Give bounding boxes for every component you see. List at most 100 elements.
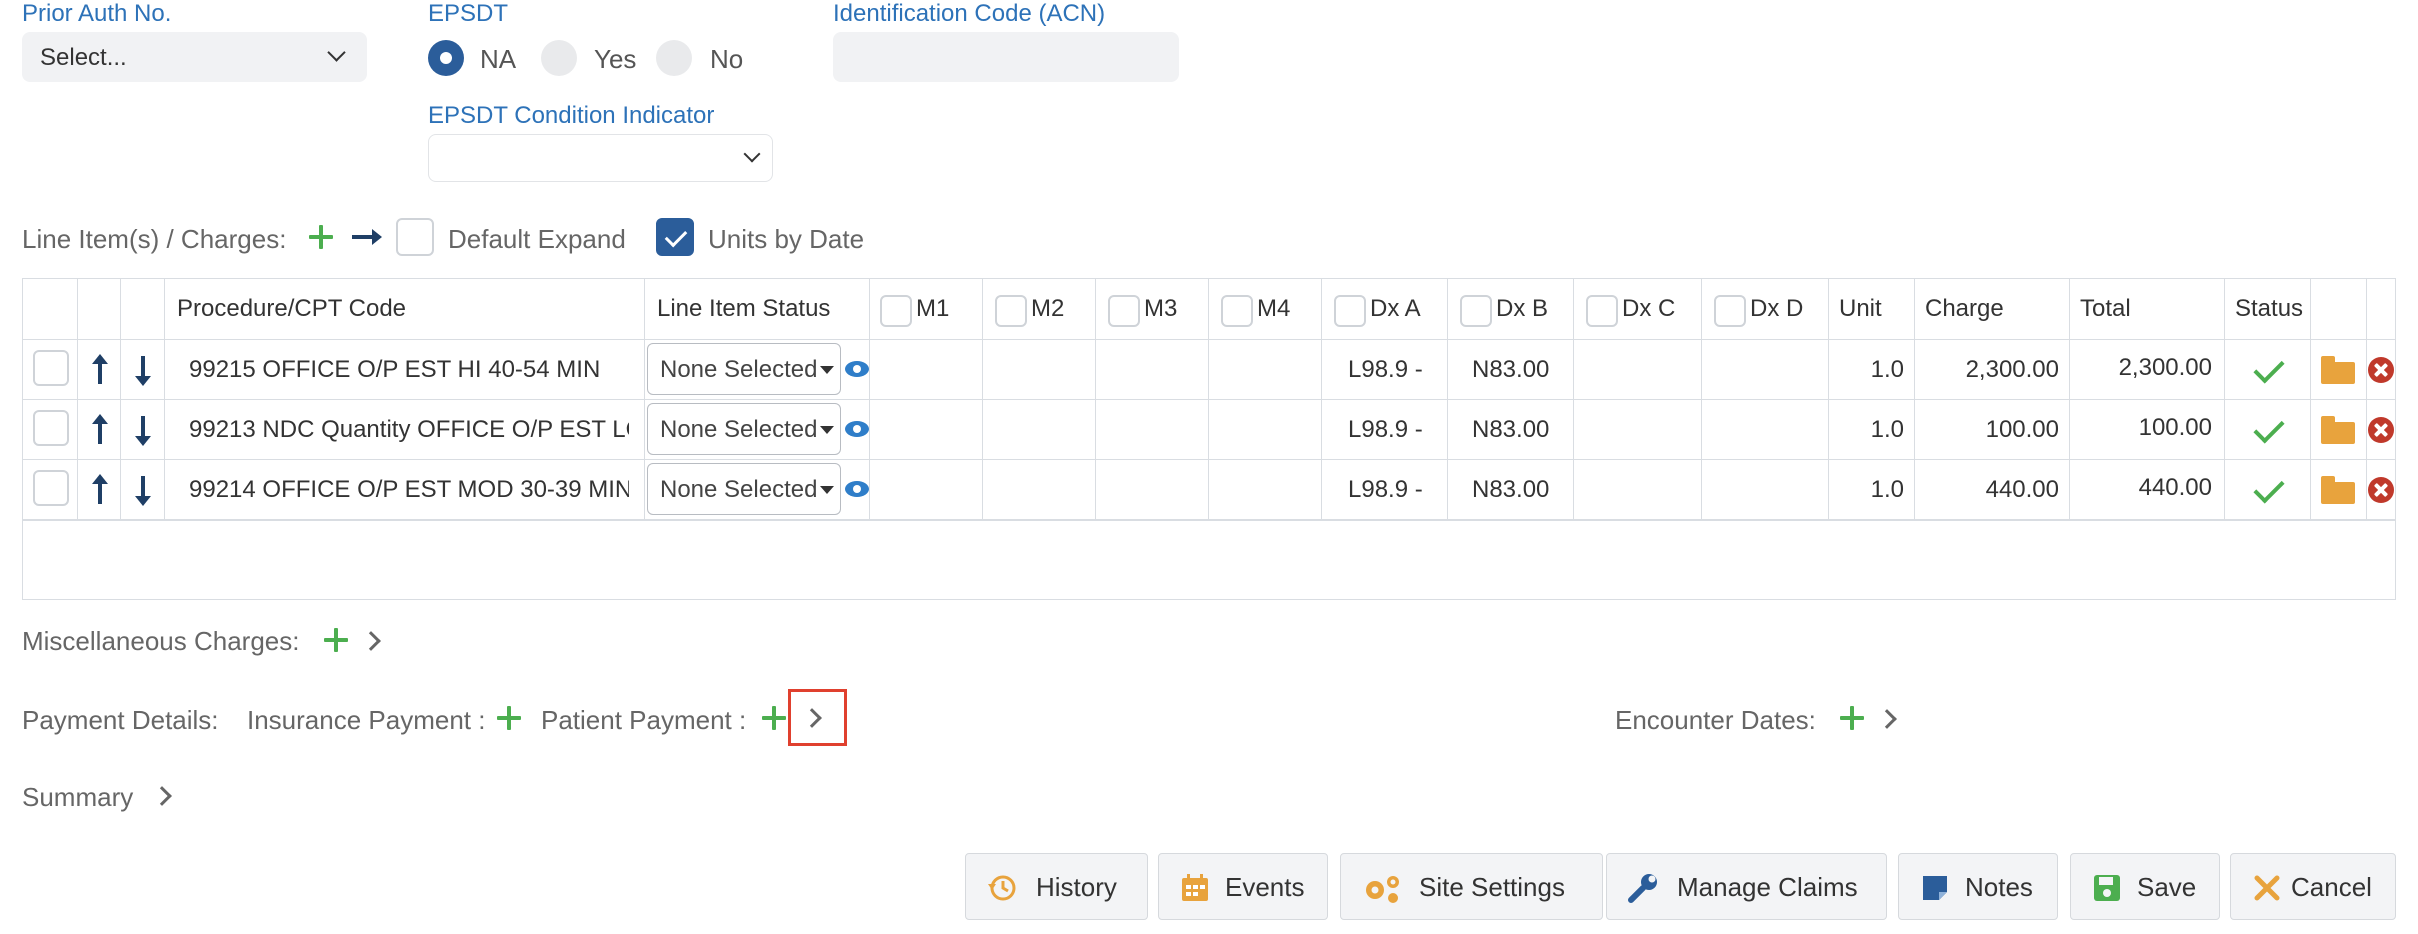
dx-a-checkbox[interactable]: [1334, 295, 1366, 327]
default-expand-checkbox[interactable]: [396, 218, 434, 256]
dx-d-checkbox[interactable]: [1714, 295, 1746, 327]
patient-payment-expand-button[interactable]: [788, 689, 847, 746]
save-button[interactable]: Save: [2070, 853, 2220, 920]
m2-checkbox[interactable]: [995, 295, 1027, 327]
folder-icon[interactable]: [2321, 476, 2355, 504]
dx-d-cell[interactable]: [1702, 340, 1829, 399]
unit-cell[interactable]: 1.0: [1829, 340, 1915, 399]
dx-d-cell[interactable]: [1702, 400, 1829, 459]
move-down-icon[interactable]: [135, 416, 151, 446]
arrow-right-icon[interactable]: [352, 229, 382, 245]
folder-icon[interactable]: [2321, 416, 2355, 444]
move-up-icon[interactable]: [92, 414, 108, 444]
m1-cell[interactable]: [870, 460, 983, 519]
add-encounter-date-icon[interactable]: [1840, 706, 1864, 730]
chevron-right-icon[interactable]: [361, 631, 381, 651]
charge-cell[interactable]: 2,300.00: [1915, 340, 2070, 399]
m3-cell[interactable]: [1096, 460, 1209, 519]
header-charge: Charge: [1915, 279, 2070, 339]
move-down-icon[interactable]: [135, 356, 151, 386]
row-checkbox[interactable]: [33, 350, 69, 386]
insurance-payment-label: Insurance Payment :: [247, 705, 486, 735]
notes-button[interactable]: Notes: [1898, 853, 2058, 920]
epsdt-option-yes: Yes: [594, 44, 637, 74]
m3-cell[interactable]: [1096, 340, 1209, 399]
acn-input[interactable]: [833, 32, 1179, 82]
manage-claims-button[interactable]: Manage Claims: [1606, 853, 1887, 920]
line-items-table: Procedure/CPT Code Line Item Status M1 M…: [22, 278, 2396, 600]
chevron-right-icon[interactable]: [152, 786, 172, 806]
move-up-icon[interactable]: [92, 474, 108, 504]
dx-c-cell[interactable]: [1574, 340, 1702, 399]
unit-cell[interactable]: 1.0: [1829, 400, 1915, 459]
dx-b-cell[interactable]: N83.00: [1448, 340, 1574, 399]
unit-cell[interactable]: 1.0: [1829, 460, 1915, 519]
dx-a-cell[interactable]: L98.9 -: [1322, 400, 1448, 459]
epsdt-radio-no[interactable]: [656, 40, 692, 76]
default-expand-label: Default Expand: [448, 224, 626, 254]
m1-checkbox[interactable]: [880, 295, 912, 327]
site-settings-button[interactable]: Site Settings: [1340, 853, 1603, 920]
procedure-cell[interactable]: 99213 NDC Quantity OFFICE O/P EST LOW 20…: [165, 400, 645, 459]
m4-checkbox[interactable]: [1221, 295, 1253, 327]
charge-cell[interactable]: 100.00: [1915, 400, 2070, 459]
prior-auth-label: Prior Auth No.: [22, 0, 172, 27]
events-button[interactable]: Events: [1158, 853, 1328, 920]
misc-charges-label: Miscellaneous Charges:: [22, 626, 300, 656]
history-button[interactable]: History: [965, 853, 1148, 920]
m4-cell[interactable]: [1209, 400, 1322, 459]
m2-cell[interactable]: [983, 400, 1096, 459]
eye-icon[interactable]: [845, 481, 869, 497]
dx-b-cell[interactable]: N83.00: [1448, 460, 1574, 519]
header-status: Status: [2225, 279, 2311, 339]
dx-a-cell[interactable]: L98.9 -: [1322, 460, 1448, 519]
epsdt-radio-na[interactable]: [428, 40, 464, 76]
add-insurance-payment-icon[interactable]: [497, 706, 521, 730]
m3-cell[interactable]: [1096, 400, 1209, 459]
procedure-cell[interactable]: 99215 OFFICE O/P EST HI 40-54 MIN: [165, 340, 645, 399]
dx-b-cell[interactable]: N83.00: [1448, 400, 1574, 459]
dx-d-cell[interactable]: [1702, 460, 1829, 519]
units-by-date-checkbox[interactable]: [656, 218, 694, 256]
delete-icon[interactable]: [2368, 357, 2394, 383]
header-delete-col: [2367, 279, 2395, 339]
m1-cell[interactable]: [870, 400, 983, 459]
line-item-status-select[interactable]: None Selected: [647, 343, 841, 395]
line-item-status-select[interactable]: None Selected: [647, 463, 841, 515]
row-checkbox[interactable]: [33, 470, 69, 506]
m4-cell[interactable]: [1209, 460, 1322, 519]
line-item-status-select[interactable]: None Selected: [647, 403, 841, 455]
add-patient-payment-icon[interactable]: [762, 706, 786, 730]
dx-b-checkbox[interactable]: [1460, 295, 1492, 327]
m2-cell[interactable]: [983, 340, 1096, 399]
m2-cell[interactable]: [983, 460, 1096, 519]
table-divider: [23, 519, 2395, 521]
header-dx-d: Dx D: [1702, 279, 1829, 339]
folder-icon[interactable]: [2321, 356, 2355, 384]
cancel-button[interactable]: Cancel: [2230, 853, 2396, 920]
charge-cell[interactable]: 440.00: [1915, 460, 2070, 519]
eye-icon[interactable]: [845, 361, 869, 377]
m1-cell[interactable]: [870, 340, 983, 399]
dx-c-cell[interactable]: [1574, 400, 1702, 459]
m4-cell[interactable]: [1209, 340, 1322, 399]
epsdt-radio-yes[interactable]: [541, 40, 577, 76]
dx-c-cell[interactable]: [1574, 460, 1702, 519]
add-line-item-icon[interactable]: [309, 225, 333, 249]
eye-icon[interactable]: [845, 421, 869, 437]
epsdt-condition-select[interactable]: [428, 134, 773, 182]
row-checkbox[interactable]: [33, 410, 69, 446]
prior-auth-select[interactable]: Select...: [22, 32, 367, 82]
caret-down-icon: [820, 366, 834, 374]
add-misc-charge-icon[interactable]: [324, 628, 348, 652]
delete-icon[interactable]: [2368, 477, 2394, 503]
move-down-icon[interactable]: [135, 476, 151, 506]
move-up-icon[interactable]: [92, 354, 108, 384]
m3-checkbox[interactable]: [1108, 295, 1140, 327]
procedure-cell[interactable]: 99214 OFFICE O/P EST MOD 30-39 MIN: [165, 460, 645, 519]
chevron-right-icon[interactable]: [1877, 709, 1897, 729]
delete-icon[interactable]: [2368, 417, 2394, 443]
dx-c-checkbox[interactable]: [1586, 295, 1618, 327]
dx-a-cell[interactable]: L98.9 -: [1322, 340, 1448, 399]
epsdt-label: EPSDT: [428, 0, 509, 27]
